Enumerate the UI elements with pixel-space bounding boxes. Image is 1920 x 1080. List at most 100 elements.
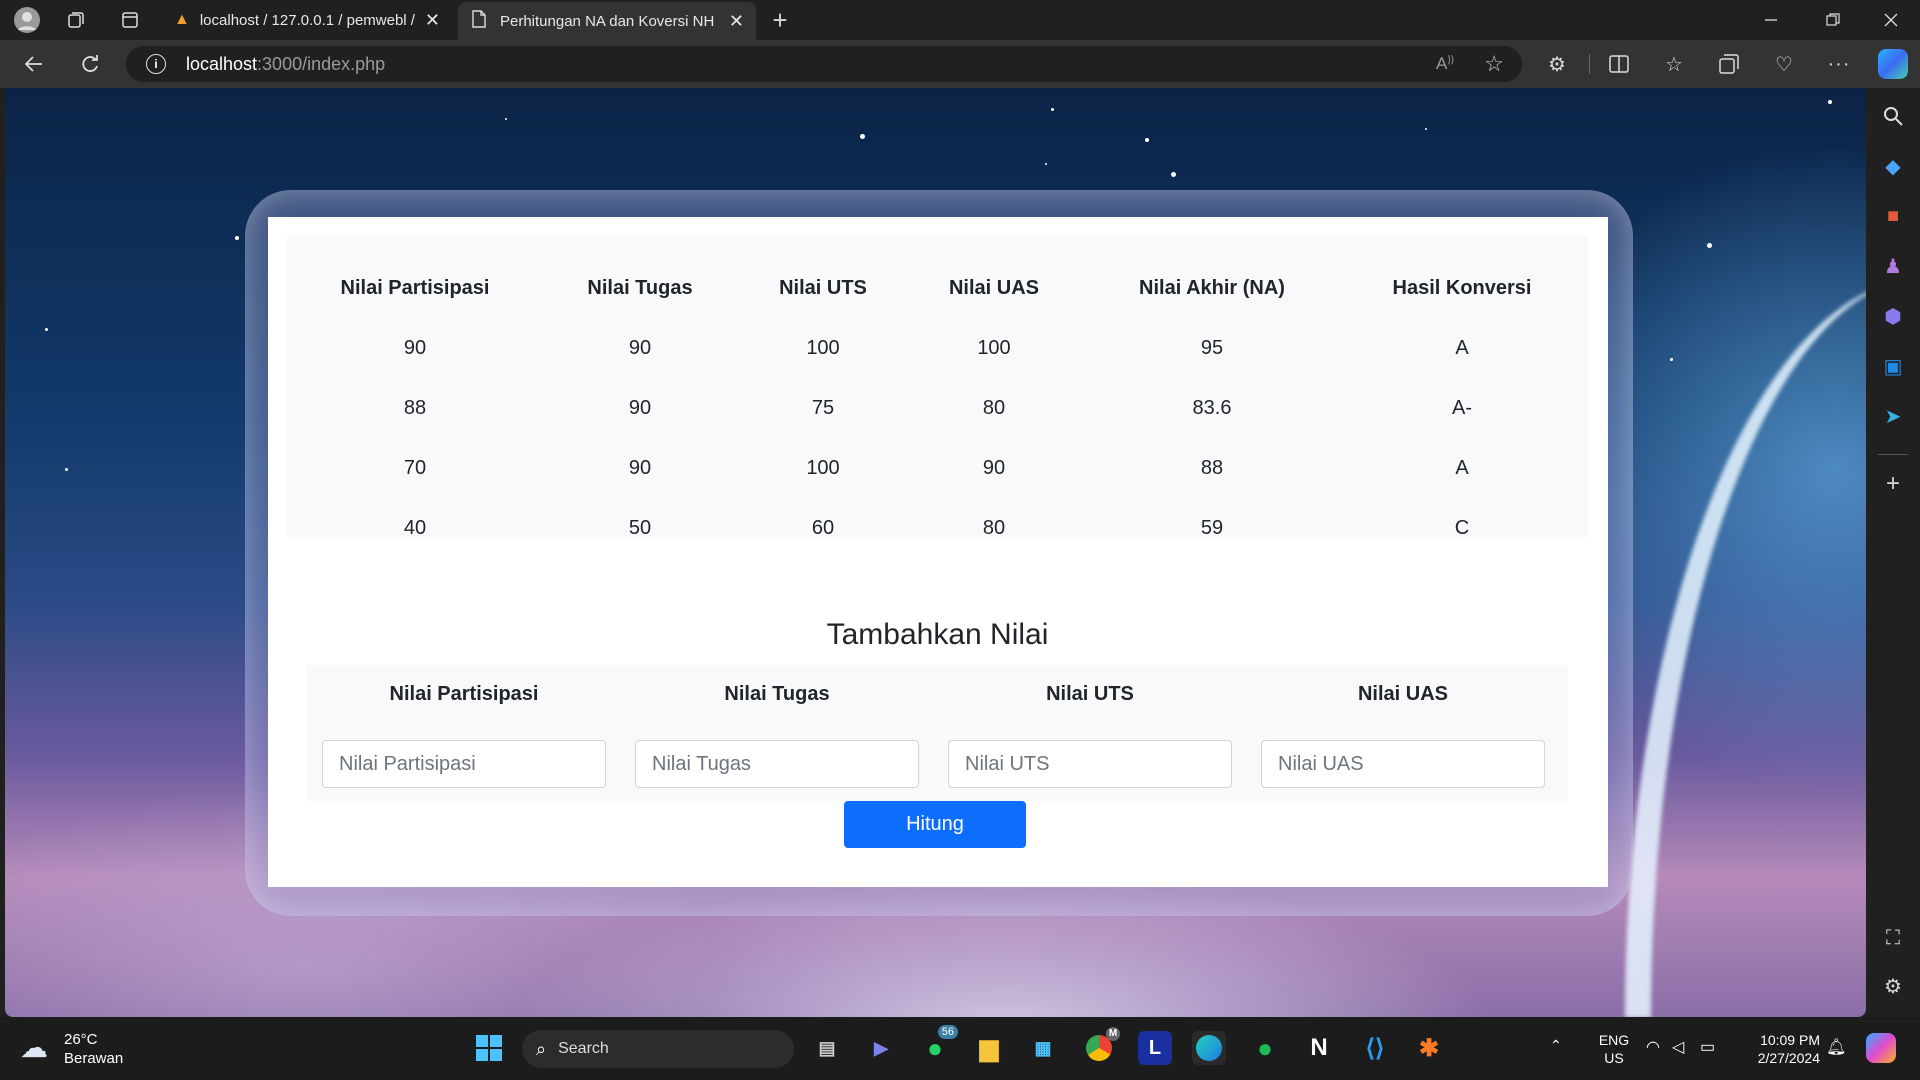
- table-cell: 88: [1200, 457, 1224, 479]
- back-icon[interactable]: [20, 50, 48, 78]
- form-title: Tambahkan Nilai: [826, 618, 1049, 651]
- search-label: Search: [558, 1040, 609, 1057]
- add-grade-form: Tambahkan Nilai Nilai Partisipasi Nilai …: [287, 598, 1588, 868]
- copilot-sidebar-icon[interactable]: ⬢: [1879, 302, 1907, 330]
- shopping-tag-icon[interactable]: ◆: [1879, 152, 1907, 180]
- main-container: Nilai Partisipasi Nilai Tugas Nilai UTS …: [268, 217, 1608, 887]
- table-header-cell: Nilai UAS: [948, 277, 1040, 299]
- language-indicator[interactable]: ENG US: [1596, 1031, 1632, 1067]
- table-cell: 90: [628, 457, 652, 479]
- settings-gear-icon[interactable]: ⚙: [1879, 972, 1907, 1000]
- app-l-icon[interactable]: L: [1138, 1031, 1172, 1065]
- table-cell: 50: [628, 517, 652, 539]
- weather-widget[interactable]: ☁ 26°C Berawan: [20, 1029, 140, 1069]
- tab-perhitungan[interactable]: Perhitungan NA dan Koversi NH ✕: [458, 2, 756, 40]
- hitung-button[interactable]: Hitung: [844, 801, 1026, 848]
- favorites-icon[interactable]: ☆: [1660, 50, 1688, 78]
- copilot-taskbar-icon[interactable]: [1866, 1033, 1896, 1063]
- clock-date: 2/27/2024: [1757, 1050, 1820, 1066]
- spotify-icon[interactable]: ●: [1248, 1031, 1282, 1065]
- table-header-cell: Nilai Partisipasi: [340, 277, 490, 299]
- chrome-icon[interactable]: M: [1082, 1027, 1120, 1065]
- page-viewport: Nilai Partisipasi Nilai Tugas Nilai UTS …: [5, 88, 1866, 1017]
- battery-icon[interactable]: ▭: [1700, 1037, 1715, 1057]
- workspaces-icon[interactable]: [64, 8, 88, 32]
- file-manager-icon[interactable]: ▤: [810, 1031, 844, 1065]
- tab-actions-icon[interactable]: [118, 8, 142, 32]
- form-fields-row: Nilai Partisipasi Nilai Tugas Nilai UTS …: [307, 665, 1568, 801]
- taskbar-search-box[interactable]: ⌕ Search: [522, 1030, 794, 1068]
- collections-icon[interactable]: [1715, 50, 1743, 78]
- table-cell: 100: [977, 337, 1011, 359]
- table-header-cell: Nilai Akhir (NA): [1139, 277, 1285, 299]
- games-icon[interactable]: ♟: [1879, 252, 1907, 280]
- volume-icon[interactable]: ◁: [1672, 1037, 1684, 1057]
- table-cell: 100: [806, 337, 840, 359]
- close-tab-icon[interactable]: ✕: [729, 11, 744, 32]
- screenshot-icon[interactable]: ⛶: [1879, 924, 1907, 952]
- file-explorer-icon[interactable]: ▆: [972, 1031, 1006, 1065]
- profile-avatar-icon[interactable]: [14, 7, 40, 33]
- vscode-icon[interactable]: ⟨⟩: [1358, 1031, 1392, 1065]
- outlook-icon[interactable]: ▣: [1879, 352, 1907, 380]
- split-screen-icon[interactable]: [1605, 50, 1633, 78]
- windows-taskbar: ☁ 26°C Berawan ⌕ Search ▤ ▶ ● 56 ▆ ▦ M L…: [0, 1017, 1920, 1080]
- table-cell: 59: [1200, 517, 1224, 539]
- read-aloud-icon[interactable]: A)): [1436, 54, 1454, 74]
- chrome-badge: M: [1106, 1027, 1120, 1041]
- table-header-cell: Hasil Konversi: [1392, 277, 1532, 299]
- send-icon[interactable]: ➤: [1879, 402, 1907, 430]
- edge-icon[interactable]: [1192, 1031, 1226, 1065]
- wifi-icon[interactable]: ◠: [1646, 1037, 1660, 1057]
- lang-top: ENG: [1598, 1032, 1630, 1048]
- copilot-icon[interactable]: [1878, 49, 1908, 79]
- uts-input[interactable]: [948, 740, 1232, 788]
- restore-icon[interactable]: [1818, 8, 1848, 32]
- browser-tab-bar: ▲ localhost / 127.0.0.1 / pemwebl / ✕ Pe…: [0, 0, 1920, 40]
- site-info-icon[interactable]: i: [146, 54, 166, 74]
- notification-bell-icon[interactable]: 🔔︎: [1826, 1037, 1846, 1057]
- table-cell: 70: [403, 457, 427, 479]
- url-host: localhost: [186, 53, 258, 74]
- uas-input[interactable]: [1261, 740, 1545, 788]
- ms-store-icon[interactable]: ▦: [1026, 1031, 1060, 1065]
- refresh-icon[interactable]: [76, 50, 104, 78]
- table-cell: 80: [982, 397, 1006, 419]
- address-bar[interactable]: i localhost:3000/index.php A)) ☆: [126, 46, 1522, 82]
- partisipasi-input[interactable]: [322, 740, 606, 788]
- results-table: Nilai Partisipasi Nilai Tugas Nilai UTS …: [287, 237, 1588, 539]
- table-cell: 90: [403, 337, 427, 359]
- whatsapp-badge: 56: [937, 1025, 958, 1039]
- table-header-cell: Nilai UTS: [779, 277, 867, 299]
- tab-phpmyadmin[interactable]: ▲ localhost / 127.0.0.1 / pemwebl / ✕: [162, 0, 452, 40]
- phpmyadmin-favicon-icon: ▲: [174, 11, 190, 28]
- close-window-icon[interactable]: [1876, 8, 1906, 32]
- windows-start-icon[interactable]: [472, 1031, 506, 1065]
- xampp-icon[interactable]: ✱: [1412, 1031, 1446, 1065]
- close-tab-icon[interactable]: ✕: [425, 10, 440, 31]
- extensions-icon[interactable]: ⚙: [1543, 50, 1571, 78]
- lang-bottom: US: [1604, 1050, 1624, 1066]
- show-hidden-icons-icon[interactable]: ⌃: [1550, 1037, 1562, 1054]
- tools-briefcase-icon[interactable]: ■: [1879, 202, 1907, 230]
- browser-essentials-icon[interactable]: ♡: [1770, 50, 1798, 78]
- edge-sidebar: ◆ ■ ♟ ⬢ ▣ ➤ + ⛶ ⚙: [1866, 88, 1920, 1017]
- field-label-uts: Nilai UTS: [1046, 683, 1134, 705]
- more-menu-icon[interactable]: ···: [1825, 50, 1853, 78]
- clock[interactable]: 10:09 PM 2/27/2024: [1736, 1031, 1820, 1067]
- table-cell: 90: [982, 457, 1006, 479]
- notion-like-icon[interactable]: N: [1302, 1031, 1336, 1065]
- cloud-sun-icon: ☁: [20, 1032, 48, 1063]
- tugas-input[interactable]: [635, 740, 919, 788]
- browser-toolbar: i localhost:3000/index.php A)) ☆ ⚙ ☆ ♡ ·…: [0, 40, 1920, 88]
- favorite-star-icon[interactable]: ☆: [1484, 51, 1504, 77]
- meet-icon[interactable]: ▶: [864, 1031, 898, 1065]
- url-text[interactable]: localhost:3000/index.php: [186, 54, 385, 75]
- table-cell: 80: [982, 517, 1006, 539]
- search-icon[interactable]: [1879, 102, 1907, 130]
- minimize-icon[interactable]: [1756, 8, 1786, 32]
- table-cell: 90: [628, 337, 652, 359]
- add-sidebar-icon[interactable]: +: [1879, 470, 1907, 498]
- whatsapp-icon[interactable]: ● 56: [918, 1025, 958, 1065]
- new-tab-icon[interactable]: +: [766, 5, 794, 35]
